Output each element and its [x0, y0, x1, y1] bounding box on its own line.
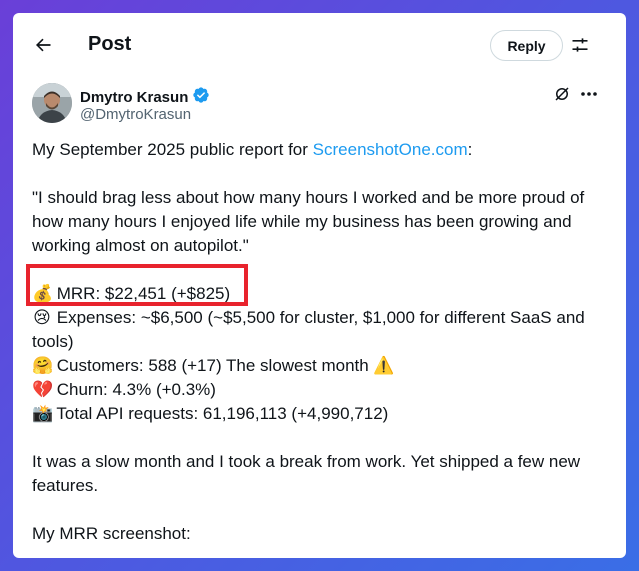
post-header: Post Reply [13, 13, 626, 77]
back-arrow-icon[interactable] [29, 31, 57, 59]
metric-expenses: 😢 Expenses: ~$6,500 (~$5,500 for cluster… [32, 306, 612, 354]
author-handle[interactable]: @DmytroKrasun [80, 106, 191, 123]
metric-text: Customers: 588 (+17) The slowest month ⚠… [56, 356, 395, 375]
grok-icon[interactable] [553, 85, 571, 103]
metric-text: Total API requests: 61,196,113 (+4,990,7… [56, 404, 389, 423]
reply-button[interactable]: Reply [490, 30, 563, 61]
page-title: Post [88, 33, 132, 55]
author-name-row[interactable]: Dmytro Krasun [80, 86, 210, 108]
hugging-face-icon: 🤗 [32, 356, 54, 375]
post-text: My September 2025 public report for Scre… [32, 138, 612, 546]
mrr-highlight-box [26, 264, 248, 306]
broken-heart-icon: 💔 [32, 380, 54, 399]
more-options-icon[interactable] [579, 85, 599, 103]
metric-api-requests: 📸 Total API requests: 61,196,113 (+4,990… [32, 402, 612, 426]
intro-text: My September 2025 public report for [32, 140, 313, 159]
avatar[interactable] [32, 83, 72, 123]
post-card: Post Reply Dmytro Krasun @DmytroKrasun M… [13, 13, 626, 558]
sliders-icon[interactable] [568, 33, 592, 57]
post-closing: It was a slow month and I took a break f… [32, 452, 581, 495]
metric-text: Expenses: ~$6,500 (~$5,500 for cluster, … [32, 308, 585, 351]
metric-customers: 🤗 Customers: 588 (+17) The slowest month… [32, 354, 612, 378]
verified-badge-icon [192, 86, 210, 108]
crying-face-icon: 😢 [33, 308, 51, 327]
metric-text: Churn: 4.3% (+0.3%) [56, 380, 216, 399]
camera-flash-icon: 📸 [32, 404, 54, 423]
post-intro: My September 2025 public report for Scre… [32, 138, 612, 162]
metric-churn: 💔 Churn: 4.3% (+0.3%) [32, 378, 612, 402]
post-quote: "I should brag less about how many hours… [32, 188, 585, 255]
screenshotone-link[interactable]: ScreenshotOne.com [313, 140, 468, 159]
intro-end: : [467, 140, 473, 159]
author-name[interactable]: Dmytro Krasun [80, 89, 188, 106]
screenshot-label: My MRR screenshot: [32, 524, 191, 543]
